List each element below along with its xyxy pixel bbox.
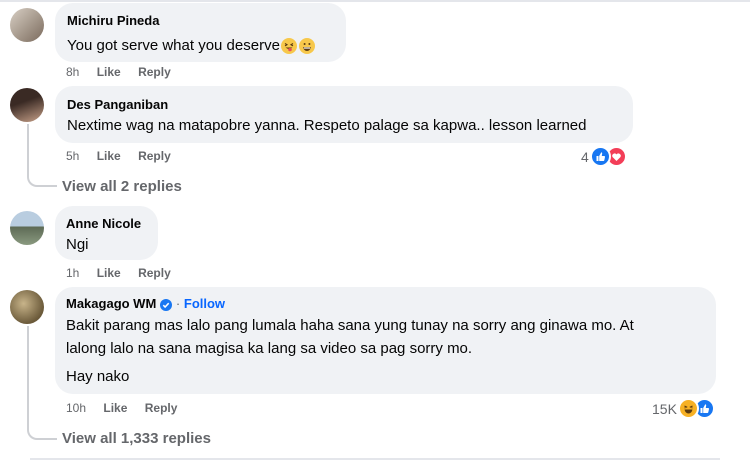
comment-meta: 5h Like Reply: [66, 149, 171, 163]
like-button[interactable]: Like: [97, 65, 121, 79]
commenter-name[interactable]: Des Panganiban: [67, 97, 168, 112]
reply-button[interactable]: Reply: [138, 65, 171, 79]
reply-thread-line: [27, 326, 57, 440]
reply-button[interactable]: Reply: [145, 401, 178, 415]
bottom-divider: [30, 458, 720, 460]
reaction-summary[interactable]: 15K: [652, 398, 715, 419]
reply-thread-line: [27, 124, 57, 187]
like-button[interactable]: Like: [97, 149, 121, 163]
view-replies-link[interactable]: View all 2 replies: [62, 178, 182, 195]
view-replies-link[interactable]: View all 1,333 replies: [62, 430, 211, 447]
follow-button[interactable]: Follow: [184, 296, 225, 311]
comment-bubble: [55, 86, 633, 143]
comment-time[interactable]: 10h: [66, 401, 86, 415]
avatar[interactable]: [10, 290, 44, 324]
comment-text: Nextime wag na matapobre yanna. Respeto …: [67, 117, 587, 134]
comment-time[interactable]: 1h: [66, 266, 79, 280]
comment-meta: 8h Like Reply: [66, 65, 171, 79]
reaction-count: 4: [581, 148, 589, 165]
like-button[interactable]: Like: [97, 266, 121, 280]
like-reaction-icon: [589, 146, 611, 167]
commenter-header: Makagago WM · Follow: [66, 296, 225, 311]
comment-time[interactable]: 8h: [66, 65, 79, 79]
grinning-emoji: [298, 38, 315, 55]
comment-text-line-3: Hay nako: [66, 368, 130, 385]
reply-button[interactable]: Reply: [138, 266, 171, 280]
comment-meta: 1h Like Reply: [66, 266, 171, 280]
reply-button[interactable]: Reply: [138, 149, 171, 163]
comment-meta: 10h Like Reply: [66, 401, 177, 415]
comment-time[interactable]: 5h: [66, 149, 79, 163]
commenter-name[interactable]: Anne Nicole: [66, 216, 141, 231]
comment-text: You got serve what you deserve: [67, 37, 315, 55]
avatar[interactable]: [10, 211, 44, 245]
top-divider: [0, 0, 750, 2]
avatar[interactable]: [10, 88, 44, 122]
verified-badge-icon: [160, 298, 173, 311]
separator-dot: ·: [175, 296, 184, 311]
squinting-tongue-emoji: [280, 38, 297, 55]
like-button[interactable]: Like: [103, 401, 127, 415]
commenter-name[interactable]: Makagago WM: [66, 296, 156, 311]
comment-text: Ngi: [66, 236, 89, 253]
avatar[interactable]: [10, 8, 44, 42]
reaction-summary[interactable]: 4: [581, 146, 627, 167]
haha-reaction-icon: [677, 398, 699, 419]
comment-text-line-1: Bakit parang mas lalo pang lumala haha s…: [66, 317, 634, 334]
reaction-count: 15K: [652, 400, 677, 417]
comment-text-body: You got serve what you deserve: [67, 37, 280, 54]
comment-text-line-2: lalong lalo na sana magisa ka lang sa vi…: [66, 340, 473, 357]
commenter-name[interactable]: Michiru Pineda: [67, 13, 159, 28]
